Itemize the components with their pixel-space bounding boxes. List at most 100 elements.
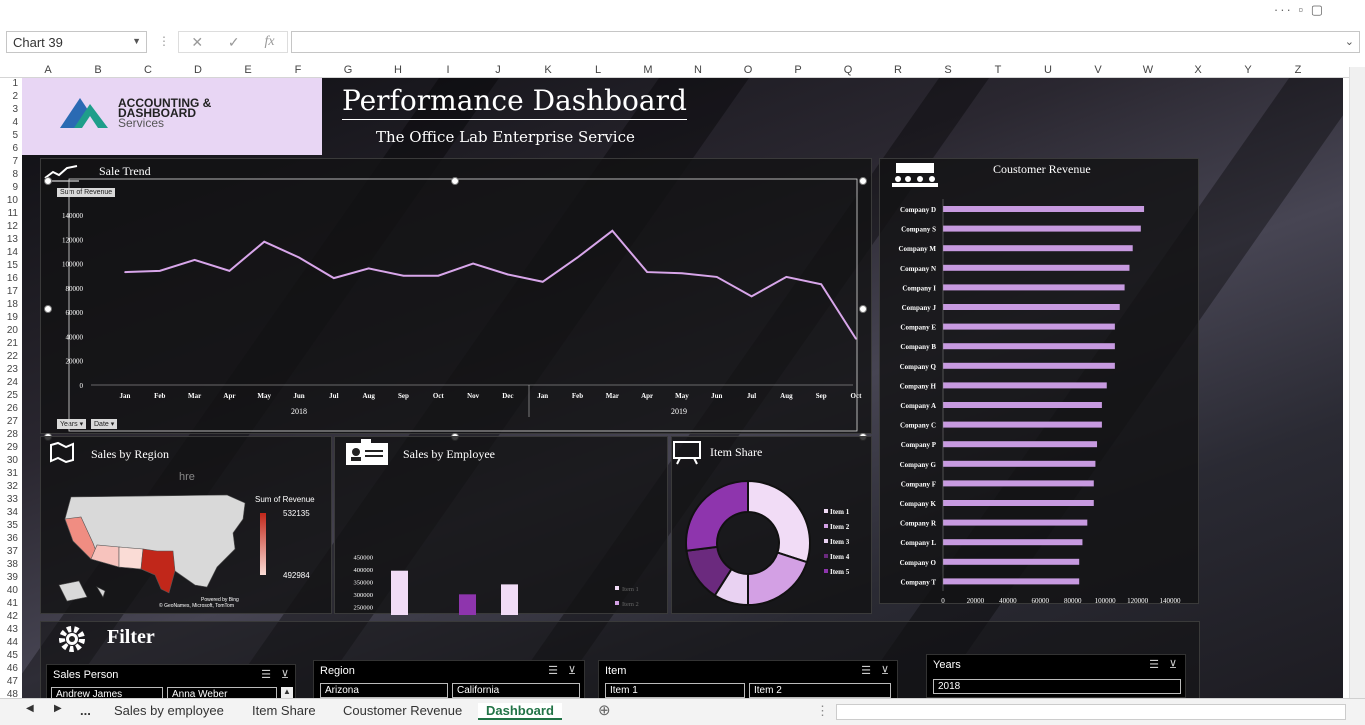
tab-dashboard[interactable]: Dashboard — [478, 703, 562, 720]
row-header[interactable]: 33 — [0, 494, 18, 505]
row-header[interactable]: 6 — [0, 143, 18, 154]
column-header[interactable]: S — [923, 64, 973, 76]
sales-by-region-panel[interactable]: Sales by Region hre Sum of Revenue 53213… — [40, 436, 332, 614]
row-header[interactable]: 8 — [0, 169, 18, 180]
sales-by-employee-panel[interactable]: Sales by Employee 450000 400000 350000 3000… — [334, 436, 669, 615]
row-header[interactable]: 45 — [0, 650, 18, 661]
region-slicer[interactable]: Region ☰ ⊻ Arizona California — [313, 660, 585, 698]
column-header[interactable]: E — [223, 64, 273, 76]
formula-input[interactable]: ⌄ — [291, 31, 1360, 53]
row-header[interactable]: 17 — [0, 286, 18, 297]
row-header[interactable]: 43 — [0, 624, 18, 635]
row-header[interactable]: 42 — [0, 611, 18, 622]
column-header[interactable]: H — [373, 64, 423, 76]
function-icon[interactable]: fx — [264, 34, 274, 50]
row-header[interactable]: 15 — [0, 260, 18, 271]
prev-sheet-icon[interactable]: ◀ — [26, 703, 34, 714]
column-header[interactable]: U — [1023, 64, 1073, 76]
column-header[interactable]: I — [423, 64, 473, 76]
row-header[interactable]: 40 — [0, 585, 18, 596]
row-header[interactable]: 4 — [0, 117, 18, 128]
row-header[interactable]: 37 — [0, 546, 18, 557]
column-header[interactable]: Q — [823, 64, 873, 76]
tab-coustomer-revenue[interactable]: Coustomer Revenue — [343, 703, 462, 718]
clear-filter-icon[interactable]: ⊻ — [1169, 658, 1177, 671]
clear-filter-icon[interactable]: ⊻ — [281, 668, 289, 681]
item-slicer[interactable]: Item ☰ ⊻ Item 1 Item 2 — [598, 660, 898, 698]
row-header[interactable]: 39 — [0, 572, 18, 583]
multi-select-icon[interactable]: ☰ — [1149, 658, 1159, 671]
enter-icon[interactable]: ✓ — [228, 34, 240, 51]
scroll-up-icon[interactable]: ▲ — [281, 687, 293, 698]
row-header[interactable]: 35 — [0, 520, 18, 531]
column-header[interactable]: W — [1123, 64, 1173, 76]
resize-handle[interactable] — [859, 305, 867, 313]
name-box[interactable]: Chart 39 ▼ — [6, 31, 147, 53]
slicer-item[interactable]: California — [452, 683, 580, 698]
row-header[interactable]: 11 — [0, 208, 18, 219]
row-header[interactable]: 31 — [0, 468, 18, 479]
more-sheets[interactable]: ... — [80, 703, 91, 718]
multi-select-icon[interactable]: ☰ — [261, 668, 271, 681]
slicer-item[interactable]: Andrew James — [51, 687, 163, 698]
row-header[interactable]: 41 — [0, 598, 18, 609]
column-header[interactable]: R — [873, 64, 923, 76]
row-header[interactable]: 14 — [0, 247, 18, 258]
row-header[interactable]: 26 — [0, 403, 18, 414]
row-header[interactable]: 20 — [0, 325, 18, 336]
row-header[interactable]: 12 — [0, 221, 18, 232]
row-header[interactable]: 18 — [0, 299, 18, 310]
row-header[interactable]: 13 — [0, 234, 18, 245]
column-header[interactable]: J — [473, 64, 523, 76]
vertical-scrollbar[interactable] — [1349, 67, 1365, 698]
row-header[interactable]: 25 — [0, 390, 18, 401]
slicer-item[interactable]: Item 1 — [605, 683, 745, 698]
row-header[interactable]: 28 — [0, 429, 18, 440]
multi-select-icon[interactable]: ☰ — [548, 664, 558, 677]
tab-item-share[interactable]: Item Share — [252, 703, 316, 718]
clear-filter-icon[interactable]: ⊻ — [881, 664, 889, 677]
resize-handle[interactable] — [44, 305, 52, 313]
column-header[interactable]: D — [173, 64, 223, 76]
column-header[interactable]: Y — [1223, 64, 1273, 76]
row-header[interactable]: 38 — [0, 559, 18, 570]
window-controls[interactable]: ··· ▫ ▢ — [1274, 2, 1325, 18]
row-header[interactable]: 29 — [0, 442, 18, 453]
chevron-down-icon[interactable]: ▼ — [132, 36, 141, 46]
horizontal-scrollbar[interactable] — [836, 704, 1346, 720]
row-header[interactable]: 34 — [0, 507, 18, 518]
add-sheet-icon[interactable]: ⊕ — [598, 701, 611, 719]
column-header[interactable]: V — [1073, 64, 1123, 76]
row-header[interactable]: 47 — [0, 676, 18, 687]
row-header[interactable]: 27 — [0, 416, 18, 427]
us-map[interactable] — [57, 489, 257, 609]
resize-handle[interactable] — [44, 177, 52, 185]
clear-filter-icon[interactable]: ⊻ — [568, 664, 576, 677]
row-header[interactable]: 16 — [0, 273, 18, 284]
slicer-item[interactable]: 2018 — [933, 679, 1181, 694]
slicer-item[interactable]: Anna Weber — [167, 687, 277, 698]
row-header[interactable]: 1 — [0, 78, 18, 89]
column-header[interactable]: M — [623, 64, 673, 76]
chevron-down-icon[interactable]: ⌄ — [1345, 35, 1354, 48]
row-header[interactable]: 46 — [0, 663, 18, 674]
column-header[interactable]: B — [73, 64, 123, 76]
item-share-chart[interactable]: Item 1 Item 2 Item 3 Item 4 Item 5 — [672, 437, 873, 615]
next-sheet-icon[interactable]: ▶ — [54, 703, 62, 714]
slicer-item[interactable]: Arizona — [320, 683, 448, 698]
column-header[interactable]: F — [273, 64, 323, 76]
employee-chart[interactable]: 4500004000003500003000002500002000001500… — [335, 437, 669, 615]
sale-trend-panel[interactable]: Sale Trend Sum of Revenue Years ▾ Date ▾… — [40, 158, 872, 434]
row-header[interactable]: 22 — [0, 351, 18, 362]
row-header[interactable]: 32 — [0, 481, 18, 492]
resize-handle[interactable] — [859, 177, 867, 185]
cancel-icon[interactable]: ✕ — [191, 34, 203, 51]
row-header[interactable]: 19 — [0, 312, 18, 323]
sale-trend-chart[interactable]: 140000 120000 100000 80000 60000 40000 20000 0 J… — [41, 159, 873, 435]
row-header[interactable]: 23 — [0, 364, 18, 375]
row-header[interactable]: 2 — [0, 91, 18, 102]
column-header[interactable]: O — [723, 64, 773, 76]
sales-person-slicer[interactable]: Sales Person ☰ ⊻ Andrew James Anna Weber… — [46, 664, 296, 698]
multi-select-icon[interactable]: ☰ — [861, 664, 871, 677]
row-header[interactable]: 5 — [0, 130, 18, 141]
